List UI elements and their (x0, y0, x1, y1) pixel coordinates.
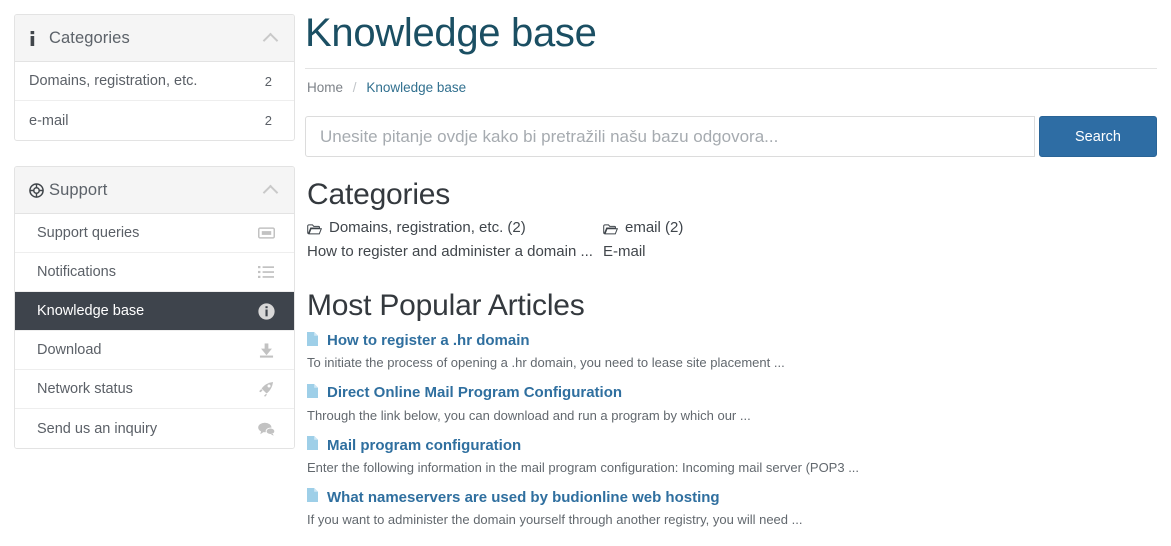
breadcrumb-home-link[interactable]: Home (307, 80, 343, 95)
sidebar-category-item[interactable]: Domains, registration, etc. 2 (15, 62, 294, 101)
article-item: Direct Online Mail Program Configuration… (305, 383, 1157, 424)
article-excerpt: Enter the following information in the m… (307, 459, 860, 475)
article-excerpt: Through the link below, you can download… (307, 407, 751, 423)
categories-panel-header[interactable]: Categories (15, 15, 294, 62)
sidebar-item-send-inquiry[interactable]: Send us an inquiry (15, 409, 294, 448)
sidebar-category-item[interactable]: e-mail 2 (15, 101, 294, 140)
breadcrumb-current[interactable]: Knowledge base (366, 80, 466, 95)
sidebar-item-notifications[interactable]: Notifications (15, 253, 294, 292)
category-name: email (2) (625, 219, 684, 236)
categories-section-title: Categories (307, 178, 451, 211)
sidebar-item-label: Send us an inquiry (37, 420, 158, 437)
file-icon (307, 383, 319, 404)
search-input[interactable] (305, 116, 1035, 157)
breadcrumb-separator: / (352, 80, 357, 95)
categories-grid: Domains, registration, etc. (2) How to r… (305, 218, 1157, 263)
file-icon (307, 436, 319, 456)
life-ring-icon (29, 182, 49, 198)
categories-panel-title: Categories (49, 28, 130, 47)
article-link[interactable]: What nameservers are used by budionline … (307, 488, 1157, 508)
support-panel-header[interactable]: Support (15, 167, 294, 214)
chevron-up-icon[interactable] (264, 183, 278, 197)
article-link[interactable]: Mail program configuration (307, 436, 1157, 456)
ticket-icon (256, 224, 276, 242)
rocket-icon (256, 380, 276, 398)
article-excerpt: To initiate the process of opening a .hr… (307, 355, 785, 371)
article-excerpt: If you want to administer the domain you… (307, 512, 803, 528)
comments-icon (256, 420, 276, 438)
category-link[interactable]: email (2) (603, 218, 899, 241)
main-content: Knowledge base Home / Knowledge base Sea… (295, 0, 1171, 546)
sidebar: Categories Domains, registration, etc. 2… (0, 0, 295, 546)
categories-list: Domains, registration, etc. 2 e-mail 2 (15, 62, 294, 140)
info-circle-icon (256, 302, 276, 320)
sidebar-item-label: Knowledge base (37, 303, 145, 319)
article-title-text: What nameservers are used by budionline … (327, 488, 720, 506)
chevron-up-icon[interactable] (264, 31, 278, 45)
breadcrumb: Home / Knowledge base (305, 69, 1157, 95)
page-title: Knowledge base (305, 11, 597, 55)
folder-open-icon (603, 221, 619, 241)
search-bar: Search (305, 116, 1157, 157)
search-button[interactable]: Search (1039, 116, 1157, 157)
category-card: Domains, registration, etc. (2) How to r… (307, 218, 603, 263)
category-card: email (2) E-mail (603, 218, 899, 263)
folder-open-icon (307, 221, 323, 241)
sidebar-item-support-queries[interactable]: Support queries (15, 214, 294, 253)
article-item: Mail program configuration Enter the fol… (305, 436, 1157, 476)
download-icon (256, 341, 276, 359)
sidebar-item-label: Download (37, 342, 102, 358)
sidebar-item-label: Notifications (37, 264, 116, 280)
category-link[interactable]: Domains, registration, etc. (2) (307, 218, 603, 241)
info-i-icon (29, 30, 49, 46)
articles-section-title: Most Popular Articles (307, 288, 585, 322)
category-description: E-mail (603, 243, 646, 261)
sidebar-category-label: e-mail (29, 112, 69, 129)
article-item: What nameservers are used by budionline … (305, 488, 1157, 528)
articles-list: How to register a .hr domain To initiate… (305, 331, 1157, 529)
support-panel-title: Support (49, 180, 108, 199)
list-icon (256, 263, 276, 281)
article-link[interactable]: Direct Online Mail Program Configuration (307, 383, 1157, 404)
sidebar-category-label: Domains, registration, etc. (29, 73, 198, 89)
sidebar-item-knowledge-base[interactable]: Knowledge base (15, 292, 294, 331)
article-link[interactable]: How to register a .hr domain (307, 331, 1157, 352)
article-title-text: Mail program configuration (327, 436, 522, 454)
sidebar-category-count: 2 (264, 73, 272, 89)
sidebar-item-label: Network status (37, 381, 133, 397)
category-description: How to register and administer a domain … (307, 243, 593, 261)
sidebar-support-panel: Support Support queries Notifications Kn… (14, 166, 295, 449)
article-item: How to register a .hr domain To initiate… (305, 331, 1157, 372)
sidebar-item-network-status[interactable]: Network status (15, 370, 294, 409)
sidebar-item-download[interactable]: Download (15, 331, 294, 370)
category-name: Domains, registration, etc. (2) (329, 219, 526, 236)
knowledge-base-page: Categories Domains, registration, etc. 2… (0, 0, 1171, 546)
file-icon (307, 488, 319, 508)
file-icon (307, 331, 319, 352)
support-nav-list: Support queries Notifications Knowledge … (15, 214, 294, 448)
sidebar-category-count: 2 (264, 113, 272, 128)
sidebar-item-label: Support queries (37, 225, 140, 241)
sidebar-categories-panel: Categories Domains, registration, etc. 2… (14, 14, 295, 141)
article-title-text: Direct Online Mail Program Configuration (327, 384, 623, 402)
article-title-text: How to register a .hr domain (327, 332, 530, 349)
